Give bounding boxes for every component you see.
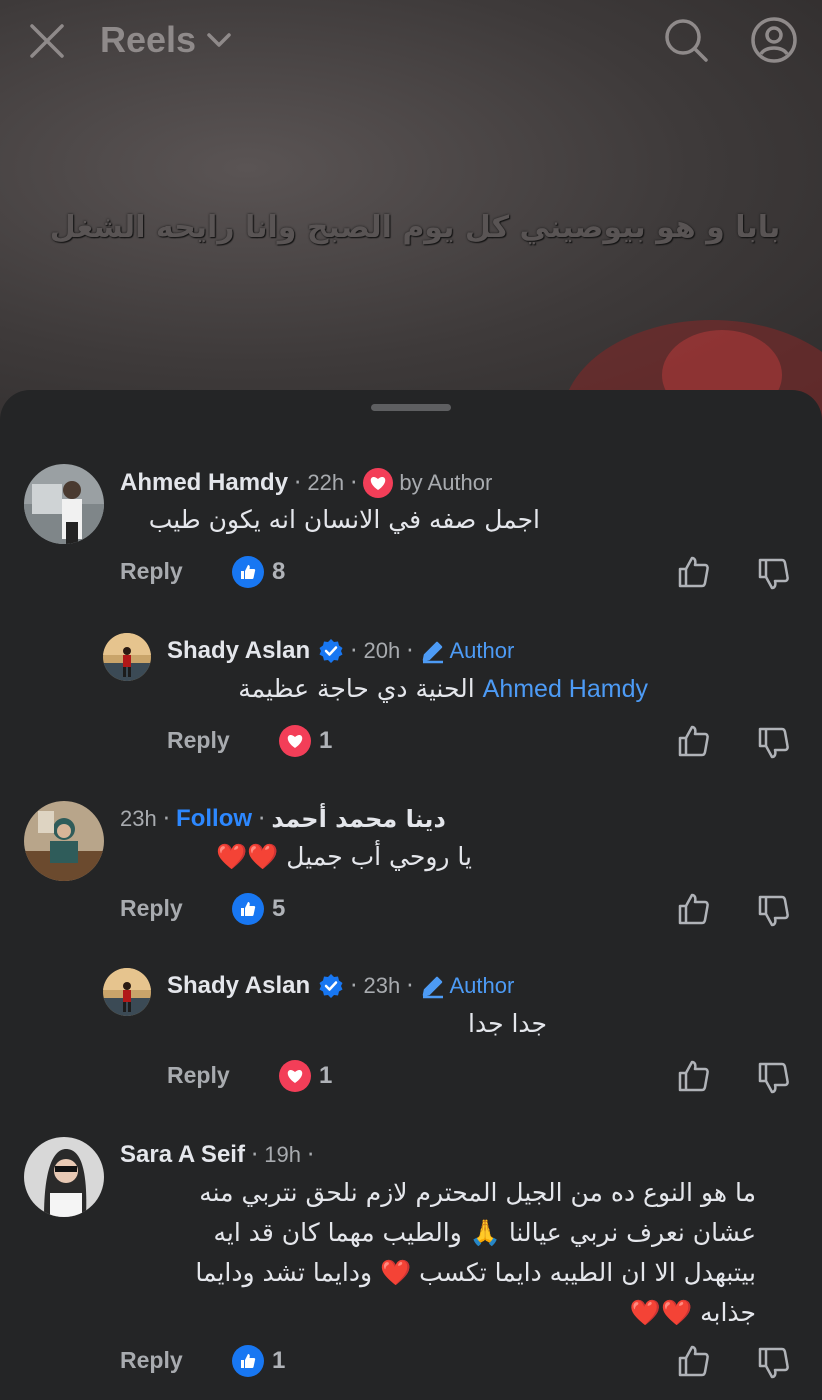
commenter-name[interactable]: Shady Aslan [167,972,310,1000]
thumbs-down-icon[interactable] [756,1060,792,1096]
comment-text: جدا جدا [468,1009,547,1038]
comment-time: 23h [363,973,401,998]
reply-button[interactable]: Reply [120,895,183,922]
mention-link[interactable]: Ahmed Hamdy [483,675,648,703]
pencil-icon [422,641,443,664]
comment-header: Sara A Seif · 19h · [120,1141,315,1169]
verified-icon [319,639,343,663]
thumbs-up-icon[interactable] [676,723,712,759]
comment-header: Ahmed Hamdy · 22h · by Author [120,468,493,498]
reply-button[interactable]: Reply [120,1347,183,1374]
comment-header: Shady Aslan · 23h · Author [167,972,515,1000]
comment-time: 19h [264,1142,301,1167]
thumbs-down-icon[interactable] [756,556,792,592]
follow-button[interactable]: Follow [176,805,252,833]
pencil-icon [422,976,443,999]
reaction-count[interactable]: 5 [232,893,285,925]
close-icon[interactable] [28,22,66,60]
comment-time: 20h [363,638,401,663]
commenter-name[interactable]: Shady Aslan [167,637,310,665]
comment-time: 23h [120,806,157,831]
thumbs-down-icon[interactable] [756,725,792,761]
video-caption: بابا و هو بيوصيني كل يوم الصبح وانا رايح… [49,210,781,245]
love-icon [279,725,311,757]
profile-icon[interactable] [750,16,798,64]
comment-text: Ahmed Hamdy الحنية دي حاجة عظيمة [238,674,648,703]
top-bar: Reels [0,0,822,80]
author-badge: Author [420,973,515,999]
drag-handle[interactable] [371,404,451,411]
heart-icon [363,468,394,498]
thumbs-down-icon[interactable] [756,893,792,929]
love-icon [279,1060,311,1092]
reaction-count[interactable]: 1 [279,725,332,757]
thumbs-down-icon[interactable] [756,1345,792,1381]
badge-label: Author [449,973,515,998]
reaction-count[interactable]: 1 [279,1060,332,1092]
comment-header: Shady Aslan · 20h · Author [167,637,515,665]
comment-text: اجمل صفه في الانسان انه يكون طيب [148,505,540,534]
reels-title-dropdown[interactable]: Reels [100,16,232,64]
reaction-count[interactable]: 8 [232,556,285,588]
comment-time: 22h [307,470,345,495]
thumbs-up-icon[interactable] [676,1058,712,1094]
verified-icon [319,974,343,998]
thumbs-up-icon[interactable] [676,1343,712,1379]
badge-label: Author [449,638,515,663]
thumbs-up-icon[interactable] [676,554,712,590]
chevron-down-icon [207,33,231,47]
commenter-name[interactable]: دينا محمد أحمد [271,805,445,833]
author-badge: Author [420,638,515,664]
comment-text: ما هو النوع ده من الجيل المحترم لازم نلح… [195,1178,756,1327]
comments-sheet: Ahmed Hamdy · 22h · by Author اجمل صفه ف… [0,390,822,1400]
commenter-name[interactable]: Ahmed Hamdy [120,469,288,497]
avatar[interactable] [103,968,151,1016]
commenter-name[interactable]: Sara A Seif [120,1141,245,1169]
reply-button[interactable]: Reply [167,727,230,754]
search-icon[interactable] [662,16,710,64]
like-icon [232,1345,264,1377]
like-icon [232,556,264,588]
page-title: Reels [100,19,197,60]
reaction-count[interactable]: 1 [232,1345,285,1377]
thumbs-up-icon[interactable] [676,891,712,927]
loved-by-author-badge: by Author [363,468,492,498]
badge-label: by Author [399,470,493,495]
comment-text: يا روحي أب جميل ❤️❤️ [216,842,472,871]
like-icon [232,893,264,925]
reply-button[interactable]: Reply [167,1062,230,1089]
reply-button[interactable]: Reply [120,558,183,585]
comment-header: 23h · Follow · دينا محمد أحمد [120,805,446,833]
